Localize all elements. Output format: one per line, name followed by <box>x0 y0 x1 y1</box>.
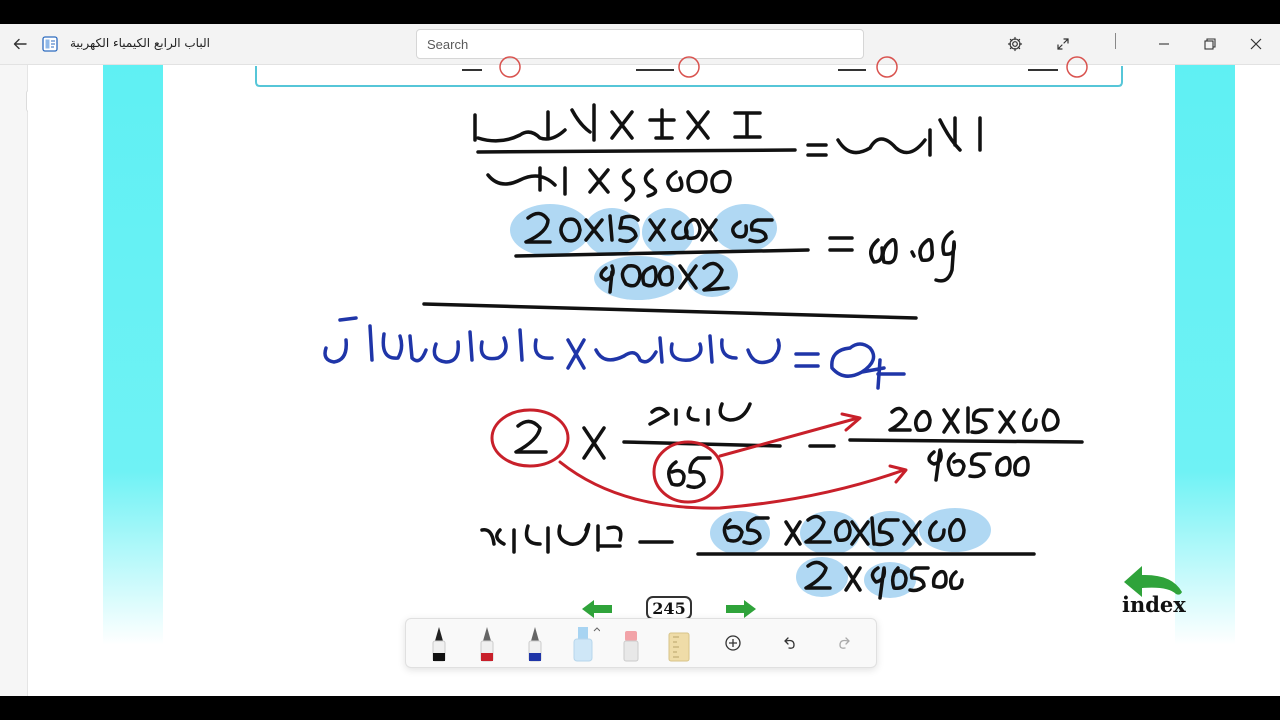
black-pen-icon[interactable] <box>419 619 459 667</box>
red-pen-icon[interactable] <box>467 619 507 667</box>
eraser-icon[interactable] <box>611 619 651 667</box>
next-page-arrow-icon[interactable] <box>724 598 758 620</box>
letterbox-bottom <box>0 696 1280 720</box>
highlighter-icon[interactable] <box>564 619 604 667</box>
reader-window: الباب الرابع الكيمياء الكهربية Search 24… <box>0 24 1280 696</box>
letterbox-top <box>0 0 1280 24</box>
ruler-icon[interactable] <box>659 619 699 667</box>
redo-icon[interactable] <box>824 619 864 667</box>
index-label: index <box>1122 592 1186 617</box>
blue-pen-icon[interactable] <box>515 619 555 667</box>
undo-icon[interactable] <box>770 619 810 667</box>
page-number: 245 <box>646 596 692 620</box>
lasso-select-icon[interactable] <box>713 619 753 667</box>
ink-toolbar <box>405 618 877 668</box>
answer-choices-box <box>255 56 1123 87</box>
previous-page-arrow-icon[interactable] <box>580 598 614 620</box>
blue-ink-equation <box>323 316 906 390</box>
index-button[interactable]: index <box>1118 564 1188 620</box>
handwritten-solution <box>255 56 1123 600</box>
